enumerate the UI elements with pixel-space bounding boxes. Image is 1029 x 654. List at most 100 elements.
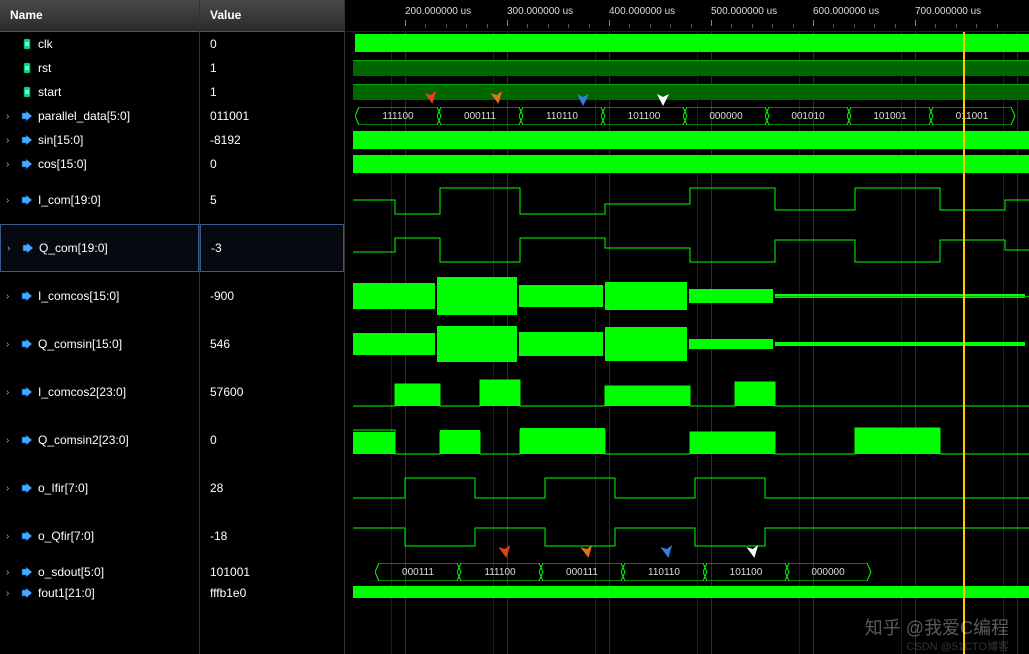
signal-name: start [38, 85, 193, 99]
signal-value: -8192 [206, 133, 338, 147]
signal-value: 1 [206, 61, 338, 75]
bus-icon [21, 241, 35, 255]
signal-value: 5 [206, 193, 338, 207]
bus-icon [20, 133, 34, 147]
value-cell[interactable]: 0 [200, 152, 344, 176]
signal-row-I-comcos-15-0-[interactable]: › I_comcos[15:0] [0, 272, 199, 320]
signal-value: 0 [206, 37, 338, 51]
signal-row-Q-comsin-15-0-[interactable]: › Q_comsin[15:0] [0, 320, 199, 368]
expand-icon[interactable]: › [6, 387, 16, 398]
signal-row-sin-15-0-[interactable]: › sin[15:0] [0, 128, 199, 152]
bus-value: 111100 [463, 563, 537, 581]
expand-icon[interactable]: › [6, 435, 16, 446]
bus-icon [20, 289, 34, 303]
ruler-tick: 300.000000 us [507, 6, 573, 17]
annotation-arrow-icon [653, 88, 673, 108]
value-cell[interactable]: 57600 [200, 368, 344, 416]
bus-value: 110110 [525, 107, 599, 125]
wire-icon [20, 61, 34, 75]
annotation-arrow-icon [419, 84, 442, 107]
time-cursor[interactable] [963, 32, 965, 654]
signal-value: 546 [206, 337, 338, 351]
expand-icon[interactable]: › [6, 291, 16, 302]
expand-icon[interactable]: › [6, 588, 16, 599]
value-cell[interactable]: 0 [200, 416, 344, 464]
signal-value: -18 [206, 529, 338, 543]
value-cell[interactable]: 0 [200, 32, 344, 56]
signal-row-o-Ifir-7-0-[interactable]: › o_Ifir[7:0] [0, 464, 199, 512]
value-cell[interactable]: -900 [200, 272, 344, 320]
value-cell[interactable]: -3 [200, 224, 344, 272]
expand-icon[interactable]: › [6, 483, 16, 494]
signal-row-o-sdout-5-0-[interactable]: ›o_sdout[5:0] [0, 560, 199, 584]
value-cell[interactable]: -8192 [200, 128, 344, 152]
signal-value: -900 [206, 289, 338, 303]
expand-icon[interactable]: › [6, 195, 16, 206]
value-cell[interactable]: 28 [200, 464, 344, 512]
waveform-panel[interactable]: 200.000000 us 300.000000 us 400.000000 us 5… [345, 0, 1029, 654]
ruler-tick: 200.000000 us [405, 6, 471, 17]
signal-name: fout1[21:0] [38, 586, 193, 600]
signal-row-Q-com-19-0-[interactable]: ›Q_com[19:0] [0, 224, 199, 272]
signal-value: fffb1e0 [206, 586, 338, 600]
bus-icon [20, 481, 34, 495]
bus-icon [20, 337, 34, 351]
annotation-arrow-icon [575, 538, 598, 561]
signal-row-I-com-19-0-[interactable]: › I_com[19:0] [0, 176, 199, 224]
signal-name: I_comcos[15:0] [38, 289, 193, 303]
ruler-tick: 500.000000 us [711, 6, 777, 17]
value-cell[interactable]: 101001 [200, 560, 344, 584]
bus-value: 111100 [361, 107, 435, 125]
time-ruler[interactable]: 200.000000 us 300.000000 us 400.000000 us 5… [345, 0, 1029, 32]
signal-value: 1 [206, 85, 338, 99]
signal-name: clk [38, 37, 193, 51]
signal-row-parallel-data-5-0-[interactable]: › parallel_data[5:0] [0, 104, 199, 128]
signal-row-fout1-21-0-[interactable]: › fout1[21:0] [0, 584, 199, 602]
value-cell[interactable]: 1 [200, 56, 344, 80]
signal-row-start[interactable]: start [0, 80, 199, 104]
annotation-arrow-icon [485, 84, 508, 107]
waveform-body[interactable]: 1111000001111101101011000000000010101010… [345, 32, 1029, 654]
signal-name: cos[15:0] [38, 157, 193, 171]
value-cell[interactable]: fffb1e0 [200, 584, 344, 602]
signal-row-cos-15-0-[interactable]: › cos[15:0] [0, 152, 199, 176]
wire-icon [20, 85, 34, 99]
value-cell[interactable]: -18 [200, 512, 344, 560]
annotation-arrow-icon [741, 538, 764, 561]
expand-icon[interactable]: › [6, 111, 16, 122]
bus-value: 101100 [709, 563, 783, 581]
signal-name: o_Ifir[7:0] [38, 481, 193, 495]
bus-icon [20, 109, 34, 123]
bus-icon [20, 193, 34, 207]
expand-icon[interactable]: › [6, 339, 16, 350]
value-header: Value [200, 0, 344, 32]
expand-icon[interactable]: › [6, 159, 16, 170]
signal-row-Q-comsin2-23-0-[interactable]: ›Q_comsin2[23:0] [0, 416, 199, 464]
bus-value: 011001 [935, 107, 1009, 125]
signal-name: sin[15:0] [38, 133, 193, 147]
signal-row-rst[interactable]: rst [0, 56, 199, 80]
signal-name: parallel_data[5:0] [38, 109, 193, 123]
bus-icon [20, 157, 34, 171]
expand-icon[interactable]: › [6, 567, 16, 578]
signal-name: I_comcos2[23:0] [38, 385, 193, 399]
expand-icon[interactable]: › [7, 243, 17, 254]
signal-name: Q_comsin[15:0] [38, 337, 193, 351]
expand-icon[interactable]: › [6, 135, 16, 146]
value-cell[interactable]: 5 [200, 176, 344, 224]
bus-value: 000000 [689, 107, 763, 125]
bus-value: 101100 [607, 107, 681, 125]
signal-row-I-comcos2-23-0-[interactable]: › I_comcos2[23:0] [0, 368, 199, 416]
signal-row-clk[interactable]: clk [0, 32, 199, 56]
signal-row-o-Qfir-7-0-[interactable]: ›o_Qfir[7:0] [0, 512, 199, 560]
bus-value: 110110 [627, 563, 701, 581]
value-cell[interactable]: 1 [200, 80, 344, 104]
ruler-tick: 400.000000 us [609, 6, 675, 17]
bus-value: 101001 [853, 107, 927, 125]
signal-name: I_com[19:0] [38, 193, 193, 207]
value-cell[interactable]: 011001 [200, 104, 344, 128]
bus-value: 000111 [545, 563, 619, 581]
values-panel: Value 011011001-819205-3-90054657600028-… [200, 0, 345, 654]
expand-icon[interactable]: › [6, 531, 16, 542]
value-cell[interactable]: 546 [200, 320, 344, 368]
